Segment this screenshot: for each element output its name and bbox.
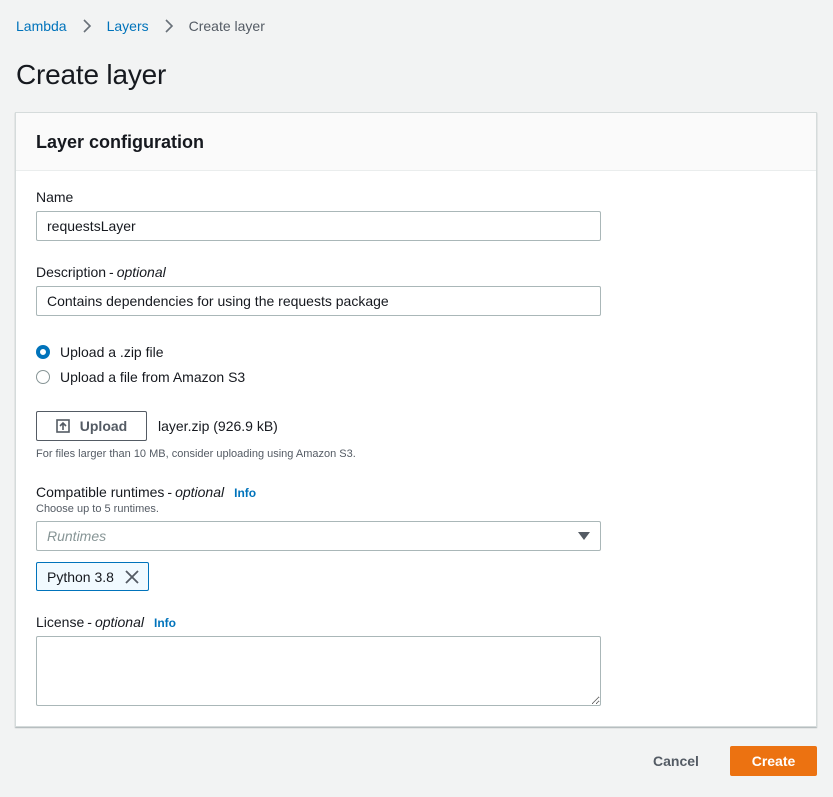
runtimes-label-text: Compatible runtimes [36, 484, 165, 500]
runtimes-hint: Choose up to 5 runtimes. [36, 503, 159, 515]
description-optional-text: optional [116, 264, 166, 280]
panel-header: Layer configuration [16, 113, 816, 171]
layer-configuration-panel: Layer configuration Name Description - o… [15, 112, 817, 727]
create-button[interactable]: Create [730, 746, 817, 776]
chevron-right-icon [164, 19, 174, 33]
radio-button-unchecked[interactable] [36, 370, 50, 384]
license-optional-text: optional [94, 614, 144, 630]
upload-button-label: Upload [79, 418, 128, 434]
name-input[interactable] [36, 211, 601, 241]
runtimes-select[interactable]: Runtimes [36, 521, 601, 551]
radio-upload-s3[interactable]: Upload a file from Amazon S3 [36, 369, 245, 385]
description-label: Description - optional [36, 264, 166, 280]
page-title: Create layer [16, 59, 167, 90]
breadcrumb-layers-link[interactable]: Layers [107, 18, 149, 34]
license-textarea[interactable] [36, 636, 601, 706]
radio-upload-zip[interactable]: Upload a .zip file [36, 344, 164, 360]
caret-down-icon [578, 532, 590, 540]
radio-upload-zip-label: Upload a .zip file [60, 344, 164, 360]
upload-hint: For files larger than 10 MB, consider up… [36, 448, 356, 460]
breadcrumb-lambda-link[interactable]: Lambda [16, 18, 67, 34]
runtimes-optional-text: optional [175, 484, 225, 500]
close-icon[interactable] [124, 569, 140, 588]
license-label: License - optional Info [36, 614, 176, 630]
runtime-token: Python 3.8 [36, 562, 149, 591]
chevron-right-icon [82, 19, 92, 33]
description-label-text: Description [36, 264, 107, 280]
description-input[interactable] [36, 286, 601, 316]
breadcrumb: Lambda Layers Create layer [16, 16, 265, 36]
upload-button[interactable]: Upload [36, 411, 147, 441]
runtimes-label: Compatible runtimes - optional Info [36, 484, 257, 500]
breadcrumb-current: Create layer [188, 18, 265, 34]
radio-button-checked[interactable] [36, 345, 50, 359]
license-label-text: License [36, 614, 85, 630]
license-info-link[interactable]: Info [154, 616, 176, 630]
runtime-token-label: Python 3.8 [47, 568, 114, 585]
panel-title: Layer configuration [36, 132, 205, 152]
upload-icon [55, 419, 70, 433]
name-label: Name [36, 189, 73, 205]
uploaded-file-name: layer.zip (926.9 kB) [158, 418, 278, 434]
radio-upload-s3-label: Upload a file from Amazon S3 [60, 369, 246, 385]
name-label-text: Name [36, 189, 74, 205]
runtimes-placeholder: Runtimes [47, 528, 107, 544]
cancel-button[interactable]: Cancel [641, 746, 711, 776]
runtimes-info-link[interactable]: Info [234, 486, 256, 500]
